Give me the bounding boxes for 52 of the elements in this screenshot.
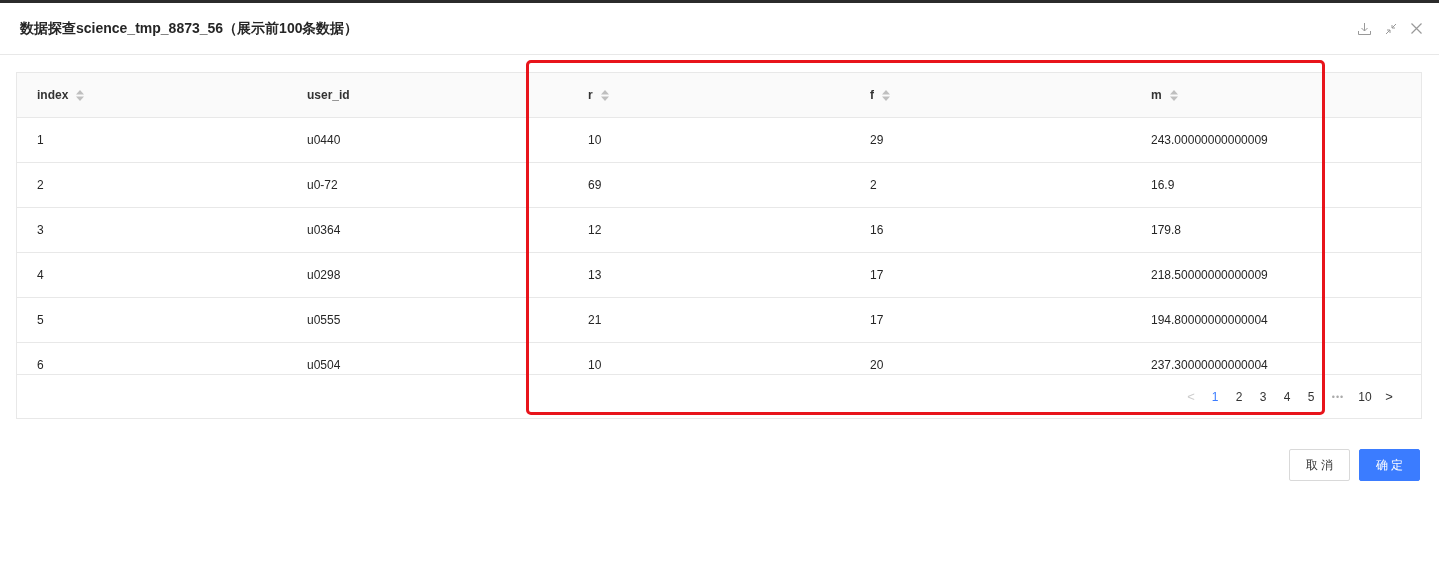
table-cell: u0504 [307, 358, 341, 372]
dialog-title: 数据探查science_tmp_8873_56（展示前100条数据） [20, 19, 360, 38]
table-cell: u0440 [307, 133, 341, 147]
table-cell: 179.8 [1151, 223, 1182, 237]
table-cell: 29 [870, 133, 884, 147]
page-link[interactable]: 2 [1227, 389, 1251, 404]
table-cell: 16.9 [1151, 178, 1175, 192]
page-link[interactable]: 4 [1275, 389, 1299, 404]
download-icon[interactable] [1358, 22, 1371, 35]
sort-icon[interactable] [76, 88, 85, 102]
table-cell: u0364 [307, 223, 341, 237]
table-cell: 218.50000000000009 [1151, 268, 1268, 282]
table-cell: 3 [37, 223, 44, 237]
table-cell: 20 [870, 358, 884, 372]
table-cell: 5 [37, 313, 44, 327]
table-cell: 69 [588, 178, 602, 192]
table-cell: u0-72 [307, 178, 338, 192]
page-link[interactable]: 10 [1353, 389, 1377, 404]
next-page-button[interactable]: > [1377, 389, 1401, 404]
table-cell: 17 [870, 268, 884, 282]
column-header: index [37, 88, 69, 102]
column-header: f [870, 88, 874, 102]
table-cell: u0298 [307, 268, 341, 282]
table-cell: 10 [588, 133, 602, 147]
column-header: user_id [307, 88, 350, 102]
table-cell: 4 [37, 268, 44, 282]
sort-icon[interactable] [882, 88, 890, 102]
table-cell: 16 [870, 223, 884, 237]
table-cell: 2 [37, 178, 44, 192]
table-cell: 237.30000000000004 [1151, 358, 1268, 372]
table-cell: 21 [588, 313, 602, 327]
table-cell: 6 [37, 358, 44, 372]
table-cell: 1 [37, 133, 44, 147]
cancel-button[interactable]: 取 消 [1289, 449, 1350, 481]
page-link[interactable]: 3 [1251, 389, 1275, 404]
collapse-icon[interactable] [1385, 22, 1397, 35]
table-cell: 12 [588, 223, 602, 237]
table-cell: 2 [870, 178, 877, 192]
table-cell: 17 [870, 313, 884, 327]
table-cell: 243.00000000000009 [1151, 133, 1268, 147]
table-cell: 13 [588, 268, 602, 282]
table-cell: 10 [588, 358, 602, 372]
table-cell: u0555 [307, 313, 341, 327]
page-link[interactable]: 1 [1203, 389, 1227, 404]
table-cell: 194.80000000000004 [1151, 313, 1268, 327]
column-header: m [1151, 88, 1162, 102]
close-icon[interactable] [1411, 23, 1422, 34]
sort-icon[interactable] [600, 88, 609, 102]
column-header: r [588, 88, 593, 102]
page-link[interactable]: 5 [1299, 389, 1323, 404]
sort-icon[interactable] [1169, 88, 1178, 102]
confirm-button[interactable]: 确 定 [1359, 449, 1420, 481]
